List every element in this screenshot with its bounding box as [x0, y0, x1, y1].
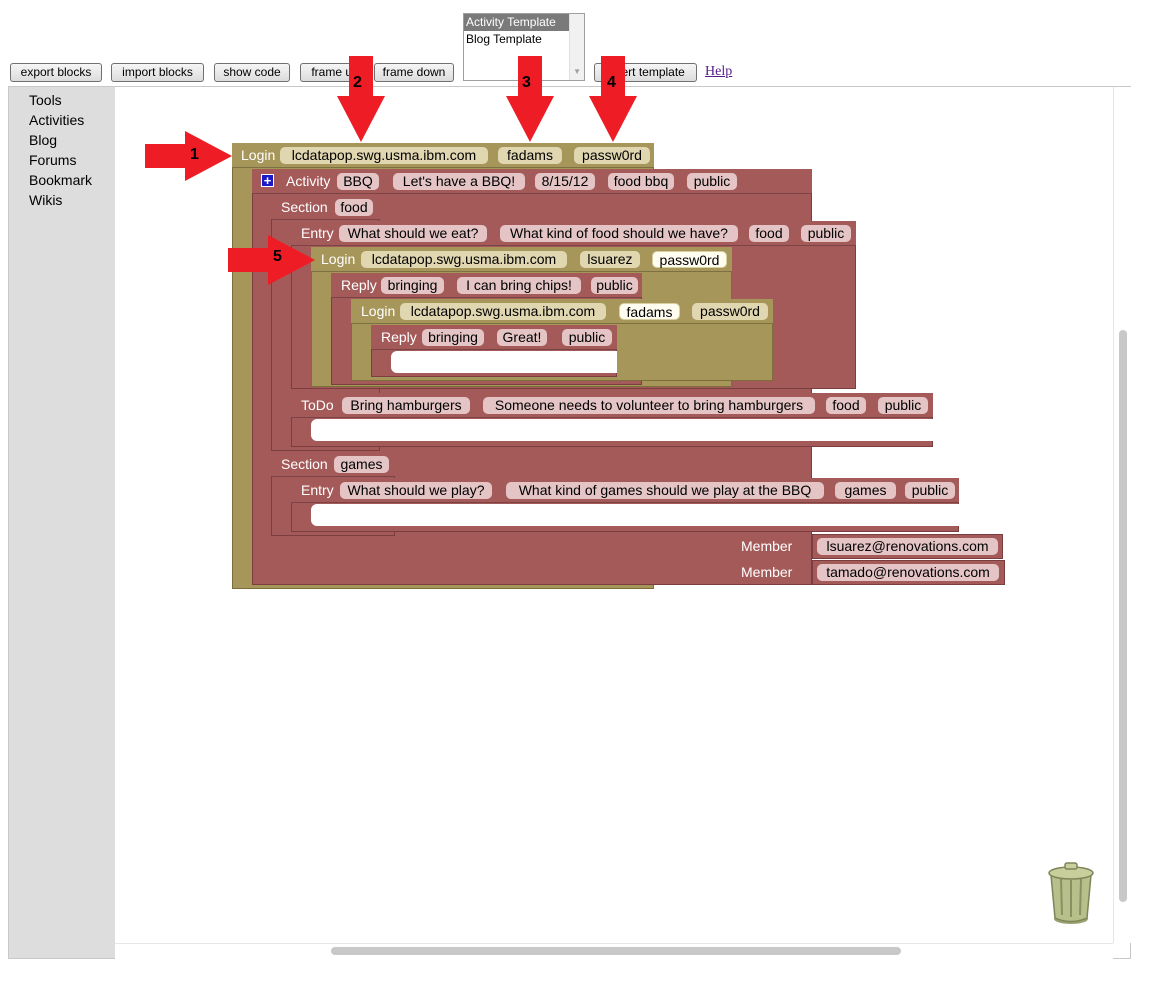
activity-date-field[interactable]: 8/15/12	[535, 173, 595, 190]
section-name-field[interactable]: food	[335, 199, 373, 216]
activity-tags-field[interactable]: food bbq	[608, 173, 674, 190]
callout-arrow-3	[506, 56, 554, 142]
login-block-outer-header: Login lcdatapop.swg.usma.ibm.com fadams …	[232, 143, 654, 168]
reply-label: Reply	[381, 329, 417, 345]
todo-label: ToDo	[301, 397, 334, 413]
callout-label-2: 2	[353, 74, 362, 91]
section-block-food-header: Section food	[271, 195, 380, 220]
activity-name-field[interactable]: BBQ	[337, 173, 379, 190]
login-password-field[interactable]: passw0rd	[692, 303, 768, 320]
horizontal-scroll-thumb[interactable]	[331, 947, 901, 955]
horizontal-scrollbar[interactable]	[115, 943, 1113, 959]
show-code-button[interactable]: show code	[214, 63, 290, 82]
activity-description-field[interactable]: Let's have a BBQ!	[393, 173, 525, 190]
toolbox-item-activities[interactable]: Activities	[29, 112, 84, 128]
entry-description-field[interactable]: What kind of food should we have?	[500, 225, 738, 242]
login-server-field[interactable]: lcdatapop.swg.usma.ibm.com	[280, 147, 488, 164]
section-label: Section	[281, 199, 328, 215]
toolbox-panel: Tools Activities Blog Forums Bookmark Wi…	[9, 87, 115, 958]
entry-title-field[interactable]: What should we eat?	[339, 225, 487, 242]
callout-label-5: 5	[273, 248, 282, 265]
section-name-field[interactable]: games	[334, 456, 389, 473]
login-label: Login	[321, 251, 356, 267]
plus-icon[interactable]: +	[261, 174, 274, 187]
todo-visibility-field[interactable]: public	[878, 397, 928, 414]
callout-label-1: 1	[190, 146, 199, 163]
callout-arrow-2	[337, 56, 385, 142]
section-label: Section	[281, 456, 328, 472]
template-option-blog[interactable]: Blog Template	[464, 31, 584, 48]
export-blocks-button[interactable]: export blocks	[10, 63, 102, 82]
vertical-scrollbar[interactable]	[1113, 87, 1131, 943]
reply-tag-field[interactable]: bringing	[422, 329, 484, 346]
member-email-field[interactable]: tamado@renovations.com	[817, 564, 999, 581]
member-label: Member	[741, 564, 793, 580]
callout-label-3: 3	[522, 74, 531, 91]
vertical-scroll-thumb[interactable]	[1119, 330, 1127, 902]
trash-icon[interactable]	[1046, 861, 1096, 925]
entry-label: Entry	[301, 482, 334, 498]
member-email-field[interactable]: lsuarez@renovations.com	[817, 538, 998, 555]
member-value-block-2[interactable]: tamado@renovations.com	[812, 560, 1005, 585]
login-label: Login	[361, 303, 396, 319]
toolbox-item-blog[interactable]: Blog	[29, 132, 57, 148]
reply-text-field[interactable]: Great!	[497, 329, 547, 346]
callout-label-4: 4	[607, 74, 616, 91]
toolbox-item-bookmark[interactable]: Bookmark	[29, 172, 92, 188]
entry-visibility-field[interactable]: public	[801, 225, 851, 242]
login-server-field[interactable]: lcdatapop.swg.usma.ibm.com	[400, 303, 606, 320]
entry-block-food-header: Entry What should we eat? What kind of f…	[291, 221, 856, 246]
todo-drop-slot	[311, 419, 933, 441]
member-value-block-1[interactable]: lsuarez@renovations.com	[812, 534, 1003, 559]
todo-tags-field[interactable]: food	[826, 397, 866, 414]
login-user-field[interactable]: fadams	[498, 147, 562, 164]
login-user-field[interactable]: lsuarez	[580, 251, 640, 268]
reply-text-field[interactable]: I can bring chips!	[457, 277, 581, 294]
listbox-scrollbar[interactable]: ▼	[569, 14, 584, 80]
toolbox-item-tools[interactable]: Tools	[29, 92, 62, 108]
reply-drop-slot	[391, 351, 617, 373]
login-password-field[interactable]: passw0rd	[652, 251, 727, 268]
toolbox-item-forums[interactable]: Forums	[29, 152, 76, 168]
section-block-games-header: Section games	[271, 452, 395, 477]
activity-label: Activity	[286, 173, 331, 189]
frame-down-button[interactable]: frame down	[374, 63, 454, 82]
entry-tags-field[interactable]: food	[749, 225, 789, 242]
login-block-inner-header: Login lcdatapop.swg.usma.ibm.com fadams …	[351, 299, 773, 324]
reply-block-chips-header: Reply bringing I can bring chips! public	[331, 273, 642, 298]
entry-drop-slot	[311, 504, 959, 526]
member-label: Member	[741, 538, 793, 554]
login-server-field[interactable]: lcdatapop.swg.usma.ibm.com	[361, 251, 567, 268]
help-link[interactable]: Help	[705, 64, 732, 80]
entry-title-field[interactable]: What should we play?	[340, 482, 492, 499]
entry-tags-field[interactable]: games	[835, 482, 896, 499]
entry-description-field[interactable]: What kind of games should we play at the…	[506, 482, 824, 499]
reply-block-great-header: Reply bringing Great! public	[371, 325, 617, 350]
todo-title-field[interactable]: Bring hamburgers	[342, 397, 470, 414]
login-user-field[interactable]: fadams	[619, 303, 680, 320]
reply-visibility-field[interactable]: public	[591, 277, 638, 294]
activity-block-header: + Activity BBQ Let's have a BBQ! 8/15/12…	[252, 169, 812, 194]
reply-tag-field[interactable]: bringing	[381, 277, 444, 294]
import-blocks-button[interactable]: import blocks	[111, 63, 204, 82]
activity-visibility-field[interactable]: public	[687, 173, 737, 190]
entry-visibility-field[interactable]: public	[905, 482, 955, 499]
todo-description-field[interactable]: Someone needs to volunteer to bring hamb…	[483, 397, 815, 414]
scroll-down-arrow-icon[interactable]: ▼	[573, 67, 581, 76]
login-label: Login	[241, 147, 276, 163]
reply-visibility-field[interactable]: public	[562, 329, 612, 346]
toolbox-item-wikis[interactable]: Wikis	[29, 192, 62, 208]
entry-block-games-header: Entry What should we play? What kind of …	[291, 478, 959, 503]
reply-label: Reply	[341, 277, 377, 293]
callout-arrow-4	[589, 56, 637, 142]
template-option-activity[interactable]: Activity Template	[464, 14, 584, 31]
login-block-lsuarez-header: Login lcdatapop.swg.usma.ibm.com lsuarez…	[311, 247, 732, 272]
login-password-field[interactable]: passw0rd	[574, 147, 650, 164]
todo-block-header: ToDo Bring hamburgers Someone needs to v…	[291, 393, 933, 418]
